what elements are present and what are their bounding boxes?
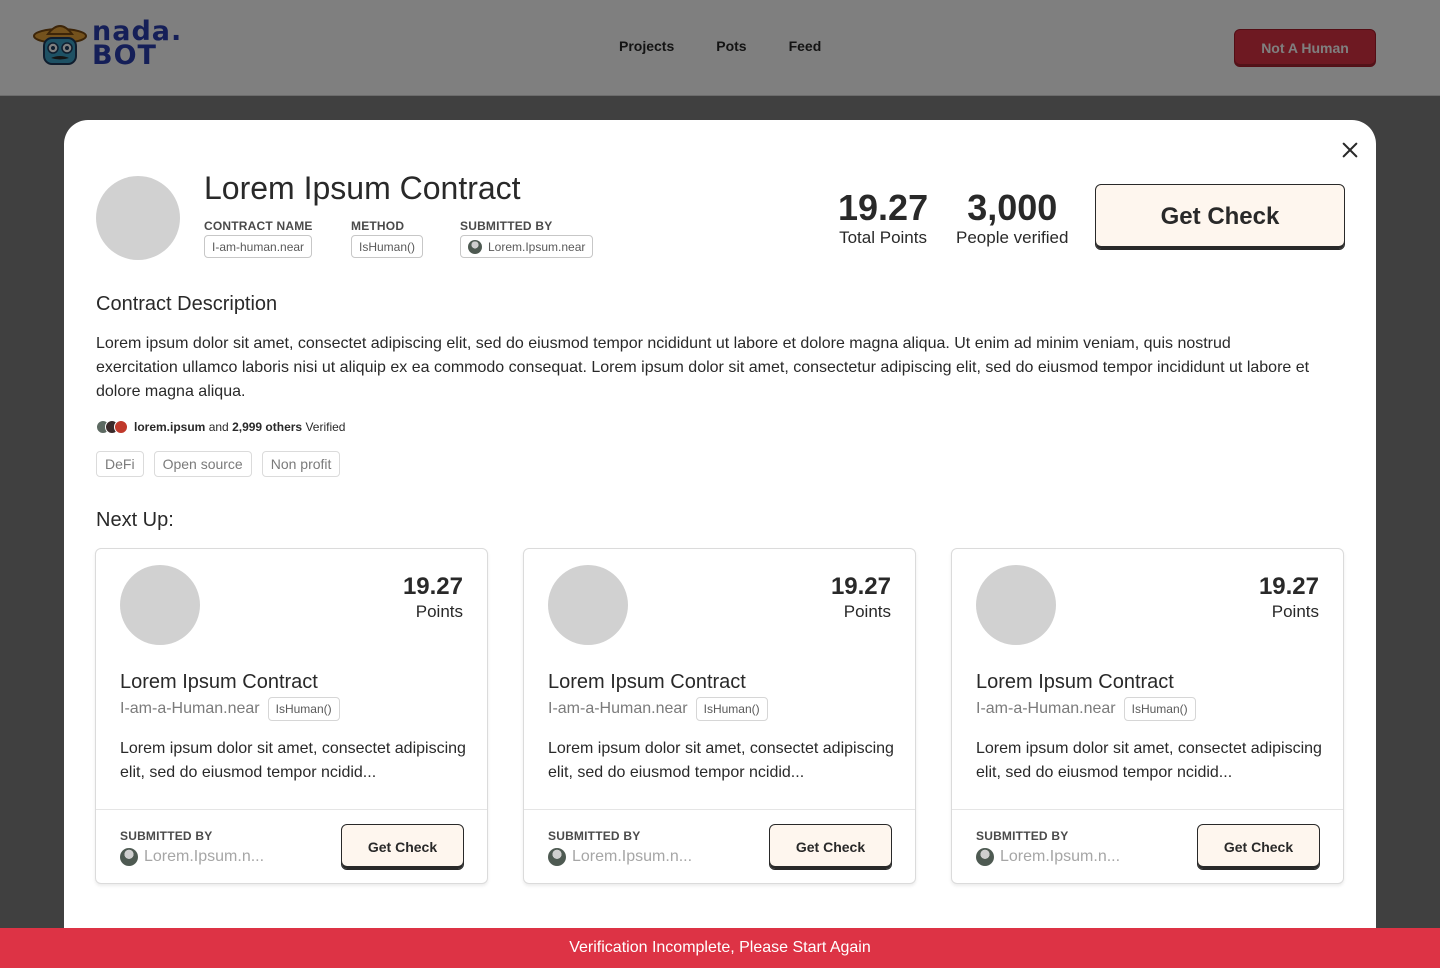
get-check-button[interactable]: Get Check — [1095, 184, 1345, 250]
next-up-card[interactable]: 19.27 Points Lorem Ipsum Contract I-am-a… — [523, 548, 916, 884]
next-up-card[interactable]: 19.27 Points Lorem Ipsum Contract I-am-a… — [95, 548, 488, 884]
people-verified-value: 3,000 — [967, 187, 1058, 228]
verifier-and: and — [205, 420, 233, 434]
card-get-check-button[interactable]: Get Check — [769, 824, 892, 870]
verifier-suffix: Verified — [302, 420, 346, 434]
card-contract-name: I-am-a-Human.near — [120, 700, 260, 717]
card-contract-name: I-am-a-Human.near — [548, 700, 688, 717]
card-description: Lorem ipsum dolor sit amet, consectet ad… — [120, 740, 466, 781]
card-method-chip: IsHuman() — [695, 697, 768, 721]
card-avatar — [120, 565, 200, 645]
card-avatar — [548, 565, 628, 645]
error-toast-message: Verification Incomplete, Please Start Ag… — [569, 939, 871, 956]
total-points-label: Total Points — [839, 228, 927, 247]
card-submitter-name: Lorem.Ipsum.n... — [572, 848, 693, 865]
tag-non-profit[interactable]: Non profit — [261, 451, 341, 477]
card-footer: SUBMITTED BY Lorem.Ipsum.n... Get Check — [524, 809, 915, 883]
verifier-others[interactable]: 2,999 others — [232, 420, 302, 434]
method-chip: IsHuman() — [351, 235, 424, 258]
card-subline: I-am-a-Human.near IsHuman() — [976, 697, 1196, 721]
meta-submitted-by: SUBMITTED BY Lorem.Ipsum.near — [460, 219, 594, 259]
card-description: Lorem ipsum dolor sit amet, consectet ad… — [976, 740, 1322, 781]
card-subline: I-am-a-Human.near IsHuman() — [120, 697, 340, 721]
next-up-card[interactable]: 19.27 Points Lorem Ipsum Contract I-am-a… — [951, 548, 1344, 884]
user-avatar-icon — [120, 848, 138, 866]
card-get-check-button[interactable]: Get Check — [341, 824, 464, 870]
verifier-avatar — [114, 420, 128, 434]
contract-avatar — [96, 176, 180, 260]
card-footer: SUBMITTED BY Lorem.Ipsum.n... Get Check — [96, 809, 487, 883]
card-method-chip: IsHuman() — [1123, 697, 1196, 721]
submitted-by-value: Lorem.Ipsum.near — [488, 239, 586, 254]
verified-by-row: lorem.ipsum and 2,999 others Verified — [96, 420, 345, 434]
user-avatar-icon — [468, 239, 482, 254]
card-contract-name: I-am-a-Human.near — [976, 700, 1116, 717]
card-points-value: 19.27 — [1258, 573, 1319, 600]
close-icon[interactable] — [1340, 140, 1360, 160]
user-avatar-icon — [976, 848, 994, 866]
card-submitted-label: SUBMITTED BY — [120, 829, 213, 843]
card-title: Lorem Ipsum Contract — [976, 671, 1174, 693]
method-label: METHOD — [351, 219, 405, 233]
tag-list: DeFi Open source Non profit — [96, 451, 341, 477]
people-verified-label: People verified — [956, 228, 1069, 247]
card-title: Lorem Ipsum Contract — [120, 671, 318, 693]
description-title: Contract Description — [96, 293, 278, 315]
card-description: Lorem ipsum dolor sit amet, consectet ad… — [548, 740, 894, 781]
card-get-check-button[interactable]: Get Check — [1197, 824, 1320, 870]
meta-contract-name: CONTRACT NAME I-am-human.near — [204, 219, 313, 258]
card-points-label: Points — [1271, 602, 1319, 621]
card-submitter[interactable]: Lorem.Ipsum.n... — [976, 848, 1120, 866]
user-avatar-icon — [548, 848, 566, 866]
contract-title: Lorem Ipsum Contract — [204, 170, 521, 206]
card-submitter[interactable]: Lorem.Ipsum.n... — [548, 848, 692, 866]
card-submitter[interactable]: Lorem.Ipsum.n... — [120, 848, 264, 866]
total-points-value: 19.27 — [838, 187, 929, 228]
contract-name-value: I-am-human.near — [212, 239, 305, 254]
contract-detail-modal: Lorem Ipsum Contract CONTRACT NAME I-am-… — [64, 120, 1376, 968]
meta-method: METHOD IsHuman() — [351, 219, 424, 258]
total-points-stat: 19.27 Total Points — [838, 188, 928, 248]
card-submitted-label: SUBMITTED BY — [976, 829, 1069, 843]
card-points-value: 19.27 — [830, 573, 891, 600]
card-points-value: 19.27 — [402, 573, 463, 600]
submitted-by-label: SUBMITTED BY — [460, 219, 553, 233]
card-submitter-name: Lorem.Ipsum.n... — [144, 848, 265, 865]
card-points-label: Points — [843, 602, 891, 621]
card-title: Lorem Ipsum Contract — [548, 671, 746, 693]
card-method-chip: IsHuman() — [267, 697, 340, 721]
contract-name-chip[interactable]: I-am-human.near — [204, 235, 313, 258]
tag-defi[interactable]: DeFi — [96, 451, 144, 477]
verifier-user[interactable]: lorem.ipsum — [134, 420, 205, 434]
submitted-by-chip[interactable]: Lorem.Ipsum.near — [460, 235, 594, 258]
card-avatar — [976, 565, 1056, 645]
contract-name-label: CONTRACT NAME — [204, 219, 313, 233]
verifier-avatars — [96, 420, 128, 434]
error-toast: Verification Incomplete, Please Start Ag… — [0, 928, 1440, 968]
card-subline: I-am-a-Human.near IsHuman() — [548, 697, 768, 721]
people-verified-stat: 3,000 People verified — [956, 188, 1068, 248]
next-up-title: Next Up: — [96, 509, 174, 531]
card-footer: SUBMITTED BY Lorem.Ipsum.n... Get Check — [952, 809, 1343, 883]
method-value: IsHuman() — [359, 239, 416, 254]
contract-description: Lorem ipsum dolor sit amet, consectet ad… — [96, 335, 1310, 400]
card-points-label: Points — [415, 602, 463, 621]
card-submitted-label: SUBMITTED BY — [548, 829, 641, 843]
tag-open-source[interactable]: Open source — [153, 451, 252, 477]
card-points: 19.27 Points — [831, 573, 891, 623]
card-points: 19.27 Points — [1259, 573, 1319, 623]
card-submitter-name: Lorem.Ipsum.n... — [1000, 848, 1121, 865]
card-points: 19.27 Points — [403, 573, 463, 623]
